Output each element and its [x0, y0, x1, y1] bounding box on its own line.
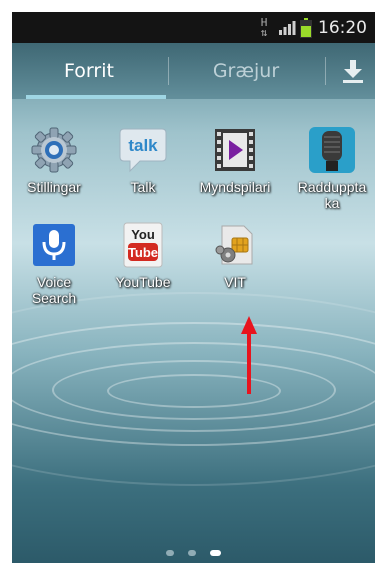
phone-screen: H ⇅ 16:20 Forrit Græjur Stillingar talk … [12, 12, 375, 563]
annotation-arrow [241, 316, 257, 394]
